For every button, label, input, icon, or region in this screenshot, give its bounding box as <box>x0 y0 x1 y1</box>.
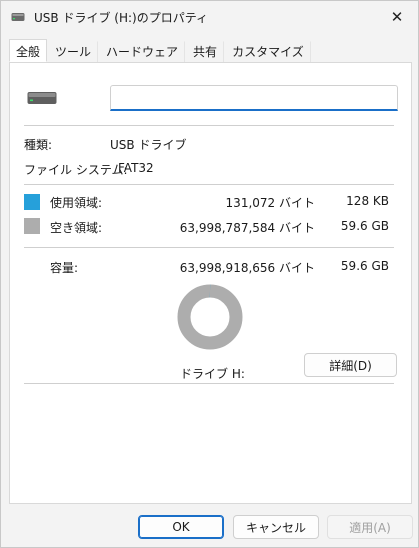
disk-usage-donut <box>177 284 243 350</box>
tab-strip: 全般 ツール ハードウェア 共有 カスタマイズ <box>9 39 312 63</box>
tab-customize[interactable]: カスタマイズ <box>225 41 311 62</box>
filesystem-value: FAT32 <box>118 161 154 175</box>
used-space-swatch <box>24 194 40 210</box>
properties-window: USB ドライブ (H:)のプロパティ ✕ 全般 ツール ハードウェア 共有 カ… <box>0 0 419 548</box>
filesystem-label: ファイル システム: <box>24 163 128 177</box>
capacity-bytes: 63,998,918,656 バイト <box>179 261 315 275</box>
used-space-size: 128 KB <box>346 194 389 208</box>
type-value: USB ドライブ <box>110 138 187 152</box>
general-tab-panel: 種類: USB ドライブ ファイル システム: FAT32 使用領域: 131,… <box>9 62 412 504</box>
capacity-label: 容量: <box>50 261 79 275</box>
separator-4 <box>24 383 394 384</box>
capacity-size: 59.6 GB <box>340 259 389 273</box>
used-space-label: 使用領域: <box>50 196 103 210</box>
type-label: 種類: <box>24 138 53 152</box>
window-title: USB ドライブ (H:)のプロパティ <box>34 10 208 25</box>
close-button[interactable]: ✕ <box>376 1 418 33</box>
tab-hardware[interactable]: ハードウェア <box>99 41 186 62</box>
title-bar[interactable]: USB ドライブ (H:)のプロパティ ✕ <box>1 1 418 33</box>
tab-general[interactable]: 全般 <box>9 39 48 62</box>
free-space-label: 空き領域: <box>50 221 103 235</box>
drive-letter-label: ドライブ H: <box>180 367 245 381</box>
drive-icon <box>27 91 57 108</box>
tab-sharing[interactable]: 共有 <box>186 41 225 62</box>
details-button[interactable]: 詳細(D) <box>304 353 397 377</box>
free-space-swatch <box>24 218 40 234</box>
usb-drive-icon <box>11 12 25 22</box>
separator-1 <box>24 125 394 126</box>
ok-button[interactable]: OK <box>138 515 224 539</box>
used-space-bytes: 131,072 バイト <box>225 196 315 210</box>
cancel-button[interactable]: キャンセル <box>233 515 319 539</box>
apply-button: 適用(A) <box>327 515 413 539</box>
free-space-size: 59.6 GB <box>340 219 389 233</box>
free-space-ring <box>177 284 243 350</box>
free-space-bytes: 63,998,787,584 バイト <box>179 221 315 235</box>
separator-3 <box>24 247 394 248</box>
close-icon: ✕ <box>390 8 404 26</box>
tab-tools[interactable]: ツール <box>48 41 99 62</box>
separator-2 <box>24 184 394 185</box>
volume-name-input[interactable] <box>110 85 398 111</box>
